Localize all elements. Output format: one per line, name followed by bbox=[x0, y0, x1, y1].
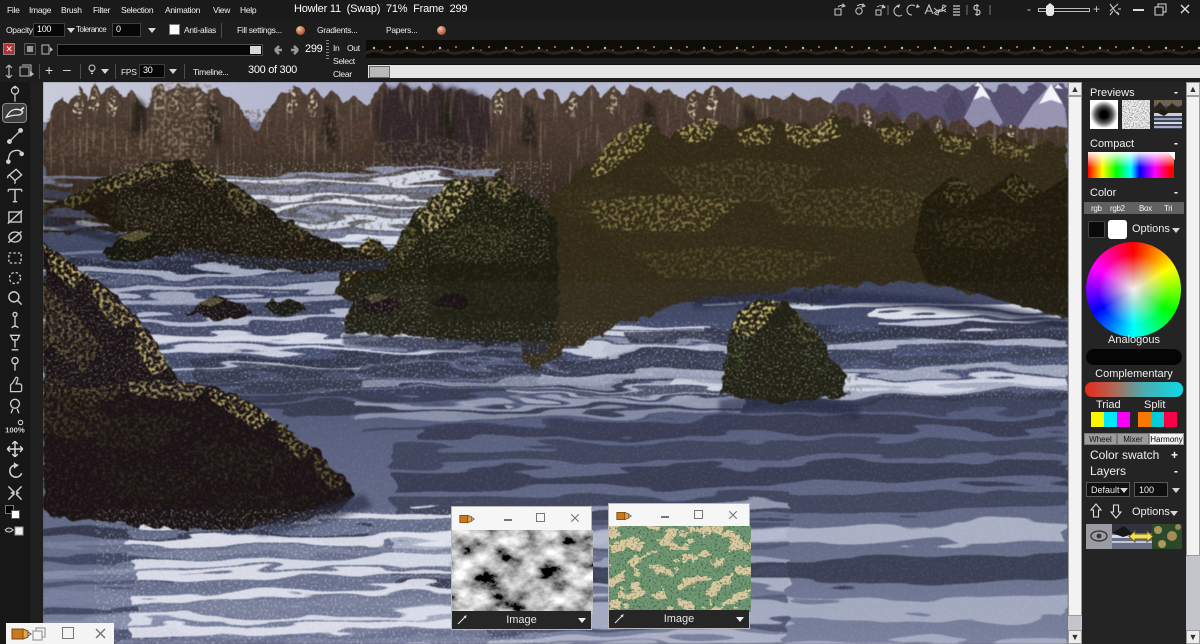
svg-text:100%: 100% bbox=[5, 425, 25, 434]
